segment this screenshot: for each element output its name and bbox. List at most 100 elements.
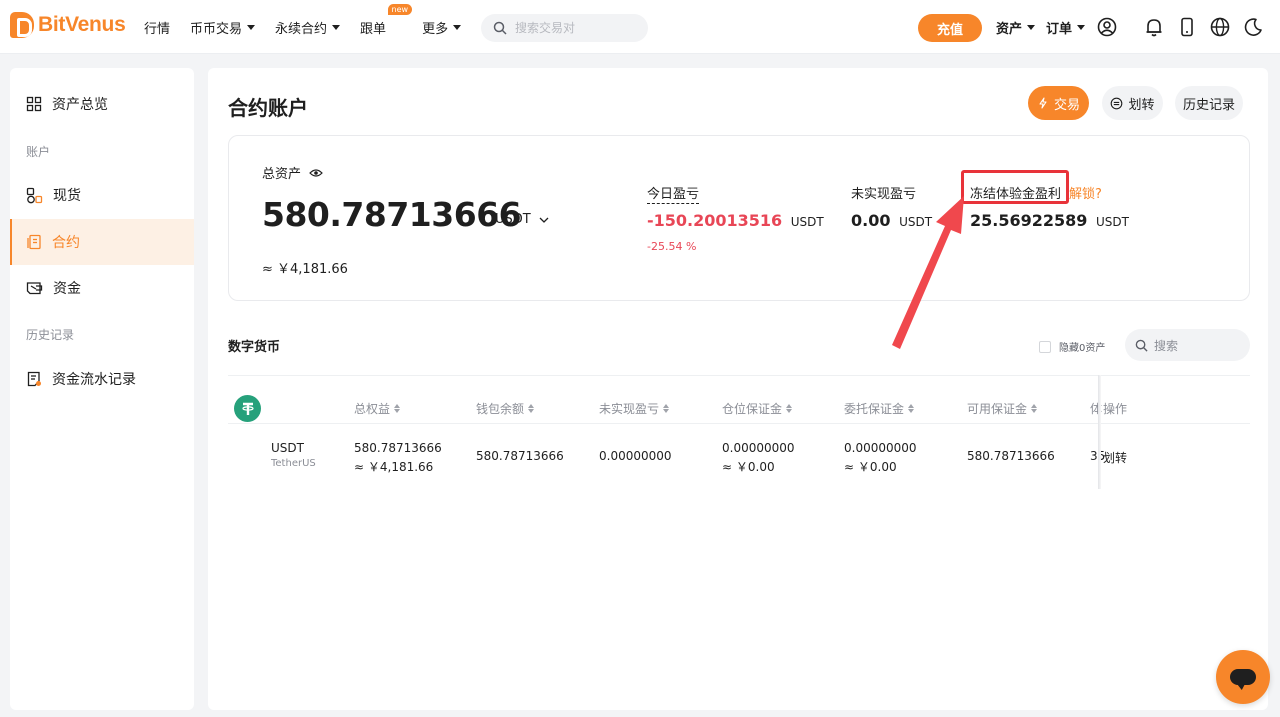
cell-equity-cny: ≈ ￥4,181.66	[354, 460, 434, 474]
chevron-down-icon	[1027, 24, 1036, 30]
sidebar-item-spot[interactable]: 现货	[10, 172, 194, 218]
moon-icon[interactable]	[1242, 16, 1264, 38]
header-label: 总权益	[354, 402, 391, 416]
transfer-action-link[interactable]: 划转	[1103, 449, 1127, 466]
main-nav: 行情 币币交易 永续合约 跟单 new 更多	[144, 0, 481, 54]
transfer-button-label: 划转	[1128, 97, 1155, 113]
transfer-button[interactable]: 划转	[1102, 86, 1163, 120]
currency-selector[interactable]: USDT	[495, 212, 549, 227]
sidebar-item-label: 资产总览	[52, 97, 108, 113]
today-pnl-unit: USDT	[790, 215, 824, 229]
sort-icon	[908, 404, 915, 413]
unrealized-pnl-label: 未实现盈亏	[851, 187, 917, 202]
chevron-down-icon	[1077, 24, 1086, 30]
sidebar-item-label: 资金流水记录	[52, 372, 136, 388]
sort-icon	[394, 404, 401, 413]
chevron-down-icon	[247, 24, 256, 30]
sidebar-item-fund-flow[interactable]: 资金流水记录	[10, 356, 194, 402]
section-title-digital-currency: 数字货币	[228, 340, 281, 355]
cell-wallet-balance: 580.78713666	[476, 449, 564, 463]
frozen-trial-profit-unit: USDT	[1095, 215, 1129, 229]
cell-position-margin-cny: ≈ ￥0.00	[722, 460, 775, 474]
search-input[interactable]	[515, 21, 635, 35]
chevron-down-icon	[539, 217, 549, 223]
nav-item-copy-trading[interactable]: 跟单 new	[360, 3, 413, 37]
cell-equity: 580.78713666	[354, 441, 442, 455]
coin-fullname: TetherUS	[271, 458, 316, 469]
user-icon[interactable]	[1096, 16, 1118, 38]
frozen-trial-profit-value-group: 25.56922589 USDT	[970, 211, 1129, 230]
chevron-down-icon	[332, 24, 341, 30]
today-pnl-value: -150.20013516	[647, 211, 783, 230]
sidebar-item-funds[interactable]: 资金	[10, 265, 194, 311]
asset-search-input[interactable]: 搜索	[1125, 329, 1250, 361]
contract-document-icon	[27, 234, 41, 250]
today-pnl-percent: -25.54 %	[647, 240, 697, 253]
phone-icon[interactable]	[1176, 16, 1198, 38]
nav-item-spot-trading[interactable]: 币币交易	[190, 18, 256, 37]
nav-item-perpetual[interactable]: 永续合约	[275, 18, 341, 37]
orders-label: 订单	[1046, 21, 1073, 37]
eye-icon[interactable]	[309, 168, 323, 178]
header-label: 委托保证金	[844, 402, 905, 416]
bell-icon[interactable]	[1143, 16, 1165, 38]
column-header-wallet[interactable]: 钱包余额	[476, 400, 535, 417]
column-header-equity[interactable]: 总权益	[354, 400, 401, 417]
sidebar-item-label: 资金	[53, 281, 81, 297]
lightning-icon	[1039, 97, 1047, 109]
column-header-unrealized[interactable]: 未实现盈亏	[599, 400, 670, 417]
top-navigation-bar: BitVenus 行情 币币交易 永续合约 跟单new 更多 充值 资产 订单	[0, 0, 1280, 54]
today-pnl-value-group: -150.20013516 USDT	[647, 211, 824, 230]
grid-icon	[26, 96, 42, 112]
asset-search-placeholder: 搜索	[1154, 338, 1179, 353]
sidebar-item-overview[interactable]: 资产总览	[10, 81, 194, 127]
column-header-action: 操作	[1103, 402, 1128, 416]
nav-label: 跟单	[360, 21, 387, 37]
bitvenus-logo-icon	[10, 12, 34, 38]
nav-item-more[interactable]: 更多	[422, 18, 462, 37]
recharge-button[interactable]: 充值	[918, 14, 982, 42]
cell-position-margin: 0.00000000	[722, 441, 795, 455]
sidebar-item-label: 合约	[52, 235, 80, 251]
column-header-available[interactable]: 可用保证金	[967, 400, 1038, 417]
chevron-down-icon	[453, 24, 462, 30]
unlock-link[interactable]: 解锁?	[1069, 183, 1102, 202]
today-pnl-label[interactable]: 今日盈亏	[647, 183, 700, 204]
total-assets-value: 580.78713666	[262, 195, 522, 234]
search-icon	[493, 21, 507, 35]
unrealized-pnl-unit: USDT	[899, 215, 933, 229]
hide-zero-assets-toggle[interactable]: 隐藏0资产	[1039, 339, 1105, 354]
annotation-highlight-box	[961, 170, 1069, 204]
nav-label: 更多	[422, 21, 449, 37]
total-assets-label-group: 总资产	[262, 163, 323, 182]
cell-order-margin-cny: ≈ ￥0.00	[844, 460, 897, 474]
cell-order-margin: 0.00000000	[844, 441, 917, 455]
assets-label: 资产	[996, 21, 1023, 37]
history-button[interactable]: 历史记录	[1175, 86, 1243, 120]
trade-button[interactable]: 交易	[1028, 86, 1089, 120]
transfer-icon	[1111, 97, 1123, 109]
header-label: 可用保证金	[967, 402, 1028, 416]
account-sidebar: 资产总览 账户 现货 合约 资金 历史记录 资金流水记录	[10, 68, 194, 710]
asset-summary-card: 总资产 580.78713666 USDT ≈ ￥4,181.66 今日盈亏 -…	[228, 135, 1250, 301]
globe-icon[interactable]	[1209, 16, 1231, 38]
column-header-position-margin[interactable]: 仓位保证金	[722, 400, 793, 417]
sidebar-item-label: 现货	[53, 188, 81, 204]
tether-coin-icon	[234, 395, 261, 422]
customer-support-chat-button[interactable]	[1216, 650, 1270, 704]
column-header-order-margin[interactable]: 委托保证金	[844, 400, 915, 417]
assets-menu[interactable]: 资产	[996, 0, 1036, 54]
nav-item-market[interactable]: 行情	[144, 18, 170, 37]
pair-search-box[interactable]	[481, 14, 648, 42]
unrealized-pnl-value: 0.00	[851, 211, 891, 230]
orders-menu[interactable]: 订单	[1046, 0, 1086, 54]
chat-icon	[1230, 669, 1256, 685]
nav-label: 行情	[144, 21, 171, 37]
cell-unrealized-pnl: 0.00000000	[599, 449, 672, 463]
hide-zero-checkbox[interactable]	[1039, 340, 1051, 353]
currency-unit: USDT	[495, 212, 531, 227]
brand-logo[interactable]: BitVenus	[10, 12, 126, 38]
sidebar-item-futures[interactable]: 合约	[10, 219, 194, 265]
frozen-trial-profit-value: 25.56922589	[970, 211, 1088, 230]
nav-label: 币币交易	[190, 21, 243, 37]
